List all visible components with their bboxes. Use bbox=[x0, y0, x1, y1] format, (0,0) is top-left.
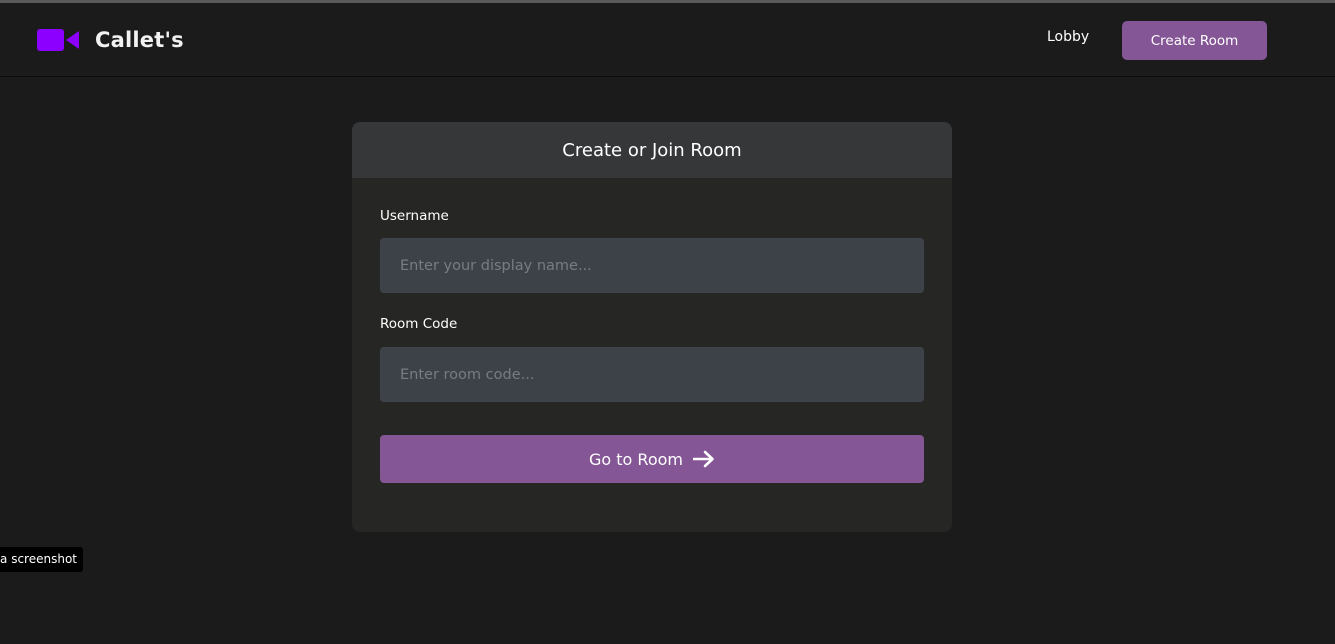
screenshot-tooltip: e a screenshot bbox=[0, 547, 83, 572]
room-code-input[interactable] bbox=[380, 347, 924, 402]
username-label: Username bbox=[380, 208, 449, 224]
room-form-card: Create or Join Room Username Room Code G… bbox=[352, 122, 952, 532]
tooltip-text: e a screenshot bbox=[0, 552, 77, 566]
go-to-room-label: Go to Room bbox=[589, 449, 683, 469]
create-room-button[interactable]: Create Room bbox=[1122, 21, 1267, 60]
nav-link-lobby[interactable]: Lobby bbox=[1047, 29, 1089, 45]
arrow-right-icon bbox=[692, 450, 714, 468]
room-code-label: Room Code bbox=[380, 316, 458, 332]
navbar: Callet's Lobby Create Room bbox=[0, 3, 1335, 77]
brand[interactable]: Callet's bbox=[37, 27, 184, 53]
video-camera-icon bbox=[37, 29, 79, 51]
username-input[interactable] bbox=[380, 238, 924, 293]
brand-name: Callet's bbox=[95, 28, 184, 52]
go-to-room-button[interactable]: Go to Room bbox=[380, 435, 924, 483]
card-title: Create or Join Room bbox=[352, 122, 952, 178]
